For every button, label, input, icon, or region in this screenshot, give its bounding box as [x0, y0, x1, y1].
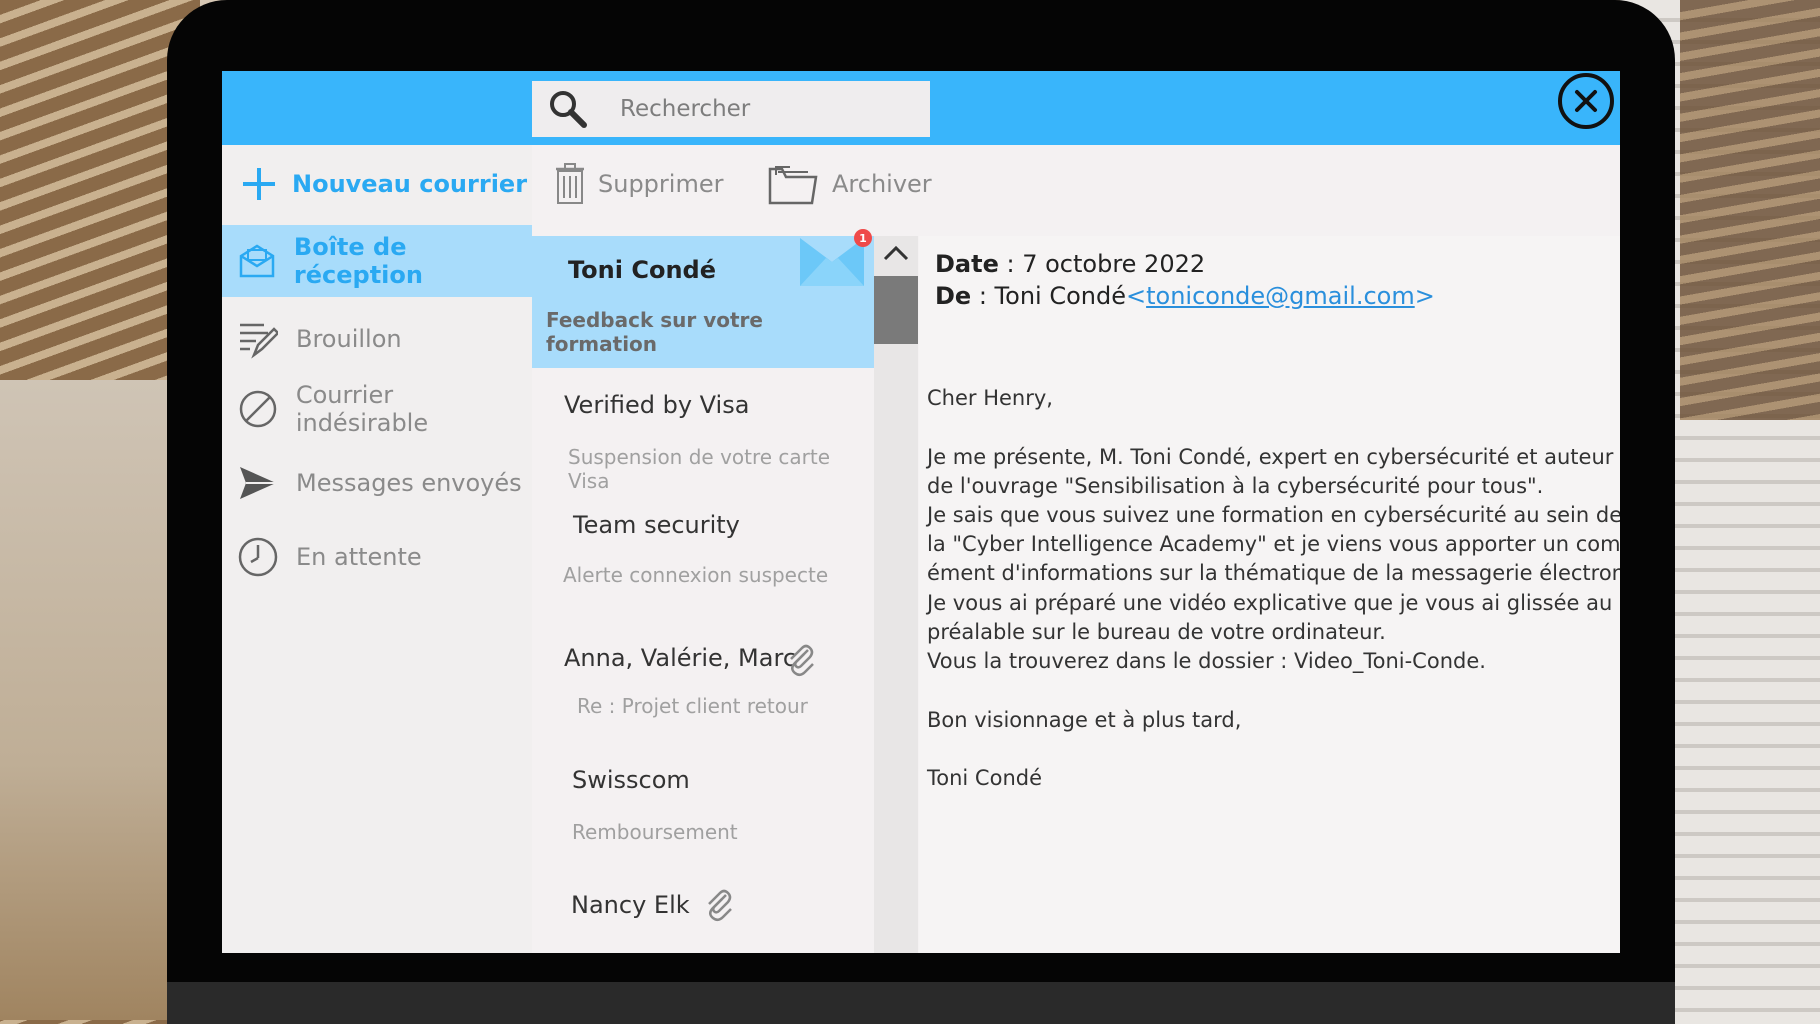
list-item[interactable]: Swisscom Remboursement — [532, 766, 874, 866]
attachment-icon — [790, 644, 814, 676]
message-body-line: Je vous ai préparé une vidéo explicative… — [927, 591, 1613, 615]
chevron-up-icon[interactable] — [882, 244, 910, 262]
sidebar-item-label: Brouillon — [296, 325, 402, 353]
sidebar-item-spam[interactable]: Courrier indésirable — [222, 373, 532, 445]
inbox-icon — [236, 239, 278, 283]
delete-button[interactable]: Supprimer — [556, 159, 723, 209]
message-body-line: Je sais que vous suivez une formation en… — [927, 503, 1620, 527]
sidebar: Nouveau courrier Boîte de réception Brou… — [222, 145, 532, 953]
mail-sender: Nancy Elk — [571, 891, 690, 919]
mail-subject: Suspension de votre carte Visa — [568, 445, 831, 493]
search-icon[interactable] — [548, 89, 588, 129]
mail-subject: Remboursement — [572, 820, 738, 844]
sidebar-item-label: Messages envoyés — [296, 469, 522, 497]
search-input[interactable] — [618, 95, 922, 123]
background-wood-panel-right — [1680, 0, 1820, 420]
mail-list: Toni Condé Feedback sur votre formation … — [532, 229, 874, 953]
reading-pane: Date : 7 octobre 2022 De : Toni Condé<to… — [919, 236, 1620, 953]
message-body-line: la "Cyber Intelligence Academy" et je vi… — [927, 532, 1620, 556]
from-label: De — [935, 282, 972, 310]
search-box[interactable] — [532, 81, 930, 137]
message-body-line: de l'ouvrage "Sensibilisation à la cyber… — [927, 474, 1544, 498]
monitor-stand-edge — [167, 982, 1675, 1024]
mail-subject: Feedback sur votre formation — [546, 308, 763, 356]
list-item[interactable]: Team security Alerte connexion suspecte — [532, 511, 874, 611]
message-body-line: Vous la trouverez dans le dossier : Vide… — [927, 649, 1486, 673]
message-date: Date : 7 octobre 2022 — [935, 250, 1205, 278]
message-signature: Toni Condé — [927, 766, 1042, 790]
trash-icon — [556, 163, 584, 204]
new-mail-label: Nouveau courrier — [292, 170, 528, 198]
mail-subject: Alerte connexion suspecte — [563, 563, 829, 587]
mail-sender: Anna, Valérie, Marc — [564, 644, 797, 672]
attachment-icon — [708, 889, 732, 921]
message-body-line: préalable sur le bureau de votre ordinat… — [927, 620, 1386, 644]
sidebar-item-sent[interactable]: Messages envoyés — [222, 447, 532, 519]
message-greeting: Cher Henry, — [927, 386, 1053, 410]
mail-sender: Swisscom — [572, 766, 690, 794]
mail-sender: Toni Condé — [568, 256, 716, 284]
delete-label: Supprimer — [598, 170, 724, 198]
folder-icon — [768, 166, 818, 205]
sidebar-item-label: Courrier indésirable — [295, 381, 429, 437]
from-name: : Toni Condé — [971, 282, 1126, 310]
clock-icon — [236, 535, 280, 579]
mail-app-window: Nouveau courrier Boîte de réception — [222, 71, 1620, 953]
scrollbar-thumb[interactable] — [874, 276, 918, 344]
email-bracket-close: > — [1414, 282, 1435, 310]
date-label: Date — [935, 250, 999, 278]
mail-sender: Team security — [573, 511, 740, 539]
mail-subject: Re : Projet client retour — [577, 694, 808, 718]
list-item-selected[interactable]: Toni Condé Feedback sur votre formation … — [532, 229, 874, 368]
send-icon — [236, 461, 280, 505]
spam-icon — [236, 387, 280, 431]
close-icon — [1575, 90, 1597, 112]
date-value: : 7 octobre 2022 — [998, 250, 1206, 278]
list-item[interactable]: Anna, Valérie, Marc Re : Projet client r… — [532, 644, 874, 744]
message-from: De : Toni Condé<toniconde@gmail.com> — [935, 282, 1435, 310]
unread-badge: 1 — [854, 229, 872, 247]
archive-button[interactable]: Archiver — [768, 159, 932, 209]
sidebar-item-label: En attente — [296, 543, 422, 571]
email-bracket-open: < — [1125, 282, 1147, 310]
close-button[interactable] — [1558, 73, 1614, 129]
list-item[interactable]: Nancy Elk — [532, 889, 874, 951]
sidebar-item-inbox[interactable]: Boîte de réception — [222, 225, 532, 297]
list-item[interactable]: Verified by Visa Suspension de votre car… — [532, 391, 874, 493]
mail-list-scrollbar[interactable] — [874, 236, 918, 953]
new-mail-button[interactable]: Nouveau courrier — [240, 165, 527, 203]
sidebar-item-drafts[interactable]: Brouillon — [222, 303, 532, 375]
background-wall — [0, 380, 180, 1020]
plus-icon — [243, 168, 275, 200]
draft-icon — [236, 317, 280, 361]
message-closing: Bon visionnage et à plus tard, — [927, 708, 1242, 732]
archive-label: Archiver — [832, 170, 932, 198]
mail-sender: Verified by Visa — [564, 391, 750, 419]
sidebar-item-pending[interactable]: En attente — [222, 521, 532, 593]
sender-email-link[interactable]: toniconde@gmail.com — [1146, 282, 1415, 310]
envelope-icon — [800, 238, 864, 286]
message-body-line: ément d'informations sur la thématique d… — [927, 561, 1620, 585]
top-bar — [222, 71, 1620, 145]
message-body-line: Je me présente, M. Toni Condé, expert en… — [927, 445, 1614, 469]
sidebar-item-label: Boîte de réception — [293, 233, 423, 289]
